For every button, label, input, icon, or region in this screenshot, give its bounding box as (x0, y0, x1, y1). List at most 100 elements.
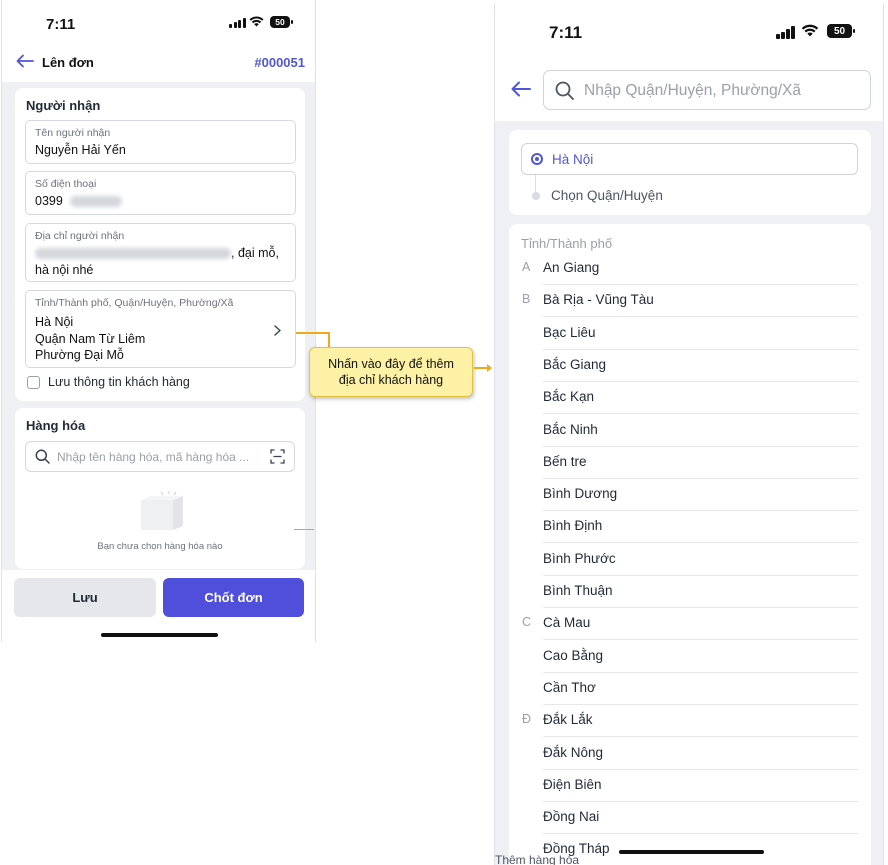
nav-bar: Lên đơn #000051 (2, 44, 315, 82)
province-list-item[interactable]: Bình Dương (509, 479, 871, 512)
phone-label: Số điện thoại (35, 178, 97, 190)
search-icon (35, 449, 50, 464)
goods-search-input[interactable]: Nhập tên hàng hóa, mã hàng hóa ... (25, 441, 295, 472)
recipient-section-title: Người nhận (26, 98, 101, 113)
chevron-right-icon (274, 325, 281, 336)
finalize-order-button[interactable]: Chốt đơn (163, 578, 304, 617)
phone-field[interactable]: Số điện thoại 0399 (25, 171, 296, 215)
province-list-item[interactable]: Bình Phước (509, 544, 871, 576)
region-label: Tỉnh/Thành phố, Quận/Huyện, Phường/Xã (35, 297, 234, 309)
empty-box-icon (141, 491, 183, 530)
province-name: Bắc Giang (543, 356, 607, 372)
status-bar: 7:11 50 (2, 0, 315, 44)
province-list-item[interactable]: Đ Đắk Lắk (509, 705, 871, 738)
phone-redacted (70, 196, 123, 208)
divider (294, 529, 314, 530)
radio-selected-icon (531, 153, 543, 165)
recipient-card: Người nhận Tên người nhận Nguyễn Hải Yến… (15, 88, 305, 401)
status-time: 7:11 (549, 23, 583, 42)
selected-province-text: Hà Nội (552, 152, 594, 167)
province-list-item[interactable]: Bình Thuận (509, 576, 871, 608)
province-list-item[interactable]: Bến tre (509, 447, 871, 479)
province-name: Bắc Kạn (543, 389, 595, 405)
save-customer-label: Lưu thông tin khách hàng (48, 375, 190, 389)
province-list-item[interactable]: Bắc Giang (509, 350, 871, 382)
province-name: Bình Dương (543, 486, 618, 502)
goods-section-title: Hàng hóa (26, 418, 86, 433)
region-search-input[interactable]: Nhập Quận/Huyện, Phường/Xã (543, 70, 871, 110)
callout-connector (296, 332, 330, 334)
selection-path-card: Hà Nội Chọn Quận/Huyện (509, 130, 871, 215)
callout-line1: Nhấn vào đây để thêm (328, 357, 454, 371)
page-title: Lên đơn (42, 55, 94, 70)
recipient-name-value: Nguyễn Hải Yến (35, 143, 126, 157)
callout-connector-vertical (328, 332, 330, 348)
province-list-card: Tỉnh/Thành phố A An Giang B Bà Rịa - Vũng T… (509, 224, 871, 865)
province-name: Đắk Nông (543, 744, 604, 760)
province-list-item[interactable]: B Bà Rịa - Vũng Tàu (509, 285, 871, 318)
status-bar: 7:11 50 (495, 3, 883, 59)
status-time: 7:11 (46, 16, 76, 33)
back-arrow-icon[interactable] (511, 81, 531, 97)
battery-icon: 50 (270, 16, 293, 28)
selected-province-chip[interactable]: Hà Nội (521, 143, 858, 175)
province-list-item[interactable]: Bắc Kạn (509, 382, 871, 415)
province-name: Bạc Liêu (543, 324, 596, 340)
index-letter: C (522, 615, 532, 630)
region-picker-screen: 7:11 50 Nhập Quận/Huyện, Phường/Xã Hà Nộ… (494, 3, 884, 865)
province-list-item[interactable]: A An Giang (509, 253, 871, 285)
region-ward: Phường Đại Mỗ (35, 348, 124, 362)
home-indicator (101, 633, 218, 637)
order-code: #000051 (254, 55, 305, 70)
province-name: Bà Rịa - Vũng Tàu (543, 292, 654, 308)
index-letter: B (522, 292, 531, 307)
province-list-item[interactable]: Bắc Ninh (509, 415, 871, 447)
callout-line2: địa chỉ khách hàng (338, 373, 444, 387)
goods-search-placeholder: Nhập tên hàng hóa, mã hàng hóa ... (57, 450, 250, 464)
search-icon (555, 81, 574, 100)
province-list-header: Tỉnh/Thành phố (521, 236, 613, 251)
province-name: Bắc Ninh (543, 421, 598, 437)
province-name: Bến tre (543, 453, 587, 469)
path-next-dot (532, 192, 540, 200)
save-customer-checkbox[interactable] (27, 376, 40, 389)
recipient-name-field[interactable]: Tên người nhận Nguyễn Hải Yến (25, 120, 296, 164)
index-letter: Đ (522, 712, 532, 727)
province-name: Đồng Nai (543, 809, 600, 825)
province-name: Cao Bằng (543, 647, 604, 663)
region-search-placeholder: Nhập Quận/Huyện, Phường/Xã (584, 82, 802, 99)
home-indicator (619, 850, 764, 854)
province-name: Đắk Lắk (543, 712, 593, 728)
province-list-item[interactable]: Đắk Nông (509, 738, 871, 770)
region-province: Hà Nội (35, 315, 74, 329)
province-list-item[interactable]: Đồng Nai (509, 802, 871, 835)
signal-icon (229, 17, 246, 28)
empty-goods-text: Bạn chưa chọn hàng hóa nào (97, 541, 223, 552)
address-field[interactable]: Địa chỉ người nhận , đại mỗ, hà nội nhé (25, 223, 296, 282)
region-selector[interactable]: Tỉnh/Thành phố, Quận/Huyện, Phường/Xã Hà… (25, 290, 296, 368)
province-name: Bình Thuận (543, 583, 613, 598)
callout-arrow (474, 364, 492, 372)
region-district: Quận Nam Từ Liêm (35, 332, 146, 346)
barcode-scan-icon[interactable] (270, 449, 285, 464)
wifi-icon (249, 16, 264, 27)
province-name: Cà Mau (543, 615, 591, 631)
province-name: Điện Biên (543, 776, 602, 792)
province-list-item[interactable]: Bạc Liêu (509, 318, 871, 350)
province-name: Cần Thơ (543, 679, 596, 695)
province-list-item[interactable]: Cao Bằng (509, 641, 871, 673)
province-name: An Giang (543, 260, 600, 275)
choose-district-step[interactable]: Chọn Quận/Huyện (551, 188, 663, 203)
province-list-item[interactable]: Cần Thơ (509, 673, 871, 705)
goods-card: Hàng hóa Nhập tên hàng hóa, mã hàng hóa … (15, 408, 305, 569)
tooltip-callout: Nhấn vào đây để thêm địa chỉ khách hàng (309, 347, 473, 397)
add-goods-overflow-text: Thêm hàng hóa (495, 853, 580, 865)
back-arrow-icon[interactable] (16, 54, 34, 68)
address-line2: hà nội nhé (35, 263, 94, 277)
signal-icon (776, 26, 795, 39)
province-list-item[interactable]: Điện Biên (509, 770, 871, 802)
action-bar: Lưu Chốt đơn (2, 570, 315, 642)
province-list-item[interactable]: Bình Định (509, 511, 871, 544)
save-button[interactable]: Lưu (14, 578, 156, 617)
province-list-item[interactable]: C Cà Mau (509, 608, 871, 641)
